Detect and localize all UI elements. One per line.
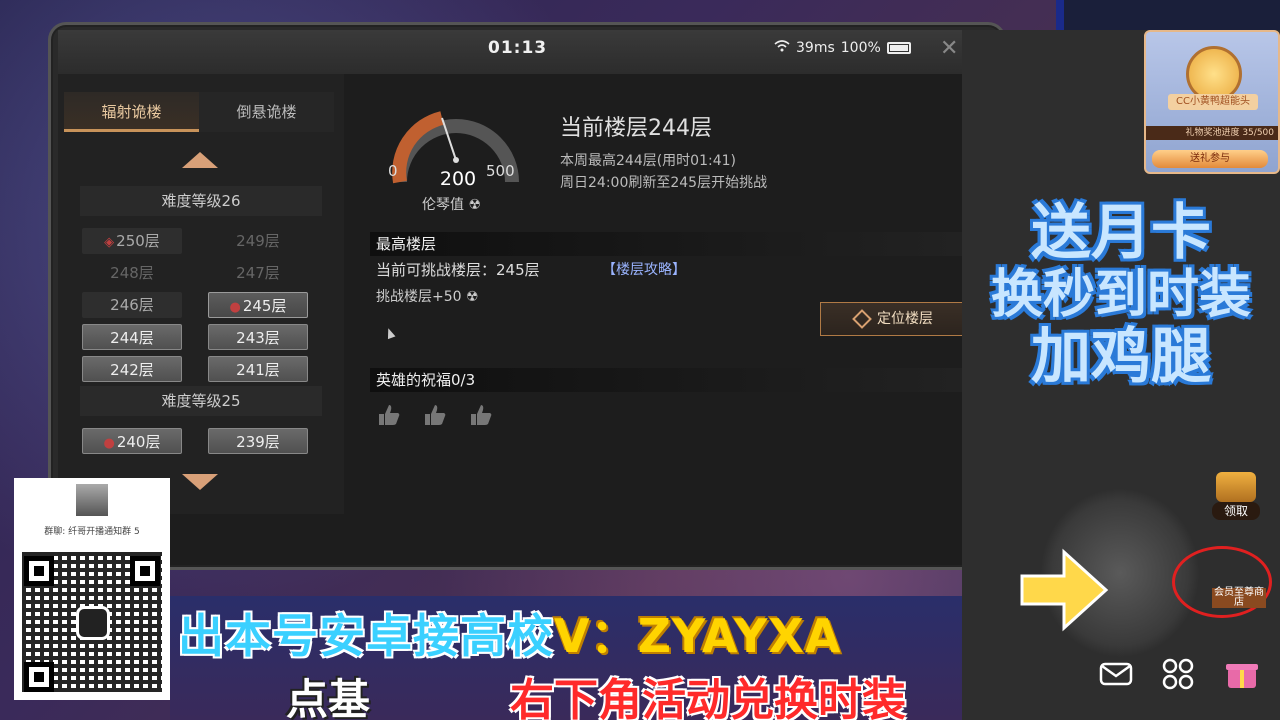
qr-finder bbox=[24, 556, 54, 586]
thumbs-up-icon bbox=[425, 405, 446, 425]
tab-inverted-tower[interactable]: 倒悬诡楼 bbox=[199, 92, 334, 132]
status-bar: 01:13 39ms 100% ✕ bbox=[58, 30, 962, 74]
close-icon[interactable]: ✕ bbox=[940, 36, 958, 61]
floor-244[interactable]: 244层 bbox=[82, 324, 182, 350]
banner-line-1: 出本号安卓接高校V：ZYAYXA bbox=[178, 609, 842, 663]
thumbs-up-icon bbox=[471, 405, 492, 425]
reward-chest[interactable]: 领取 bbox=[1210, 470, 1262, 522]
floor-243[interactable]: 243层 bbox=[208, 324, 308, 350]
floor-list-panel: 辐射诡楼 倒悬诡楼 难度等级26 ◈ 250层 249层 248层 247层 24… bbox=[58, 74, 344, 514]
gauge-label: 伦琴值 ☢ bbox=[422, 197, 482, 213]
hero-blessing-header: 英雄的祝福0/3 bbox=[370, 368, 962, 392]
floor-250[interactable]: ◈ 250层 bbox=[82, 228, 182, 254]
gauge-value: 200 bbox=[439, 168, 477, 190]
chest-icon bbox=[1216, 472, 1256, 502]
scroll-up-arrow-icon[interactable] bbox=[182, 152, 218, 168]
gift-progress: 礼物奖池进度 35/500 bbox=[1146, 126, 1278, 140]
floor-245[interactable]: ● 245层 bbox=[208, 292, 308, 318]
locate-floor-button[interactable]: 定位楼层 bbox=[820, 302, 962, 336]
vip-shop-button[interactable]: 会员至尊商店 bbox=[1212, 588, 1266, 608]
promo-text: 送月卡 换秒到时装 加鸡腿 bbox=[990, 198, 1251, 392]
qr-finder bbox=[130, 556, 160, 586]
status-indicators: 39ms 100% bbox=[774, 40, 911, 56]
floor-246[interactable]: 246层 bbox=[82, 292, 182, 318]
floor-239[interactable]: 239层 bbox=[208, 428, 308, 454]
wechat-icon bbox=[76, 606, 110, 640]
boss-mark-icon: ◈ bbox=[104, 235, 115, 250]
clock: 01:13 bbox=[488, 38, 548, 58]
mail-icon[interactable] bbox=[1098, 656, 1134, 692]
thumbs-up-icon bbox=[379, 405, 400, 425]
roentgen-gauge bbox=[392, 111, 519, 184]
yellow-arrow-icon bbox=[1020, 548, 1109, 632]
boss-mark-icon: ● bbox=[229, 300, 241, 315]
floor-tabs: 辐射诡楼 倒悬诡楼 bbox=[64, 92, 334, 132]
floor-242[interactable]: 242层 bbox=[82, 356, 182, 382]
refresh-note-text: 周日24:00刷新至245层开始挑战 bbox=[560, 175, 768, 191]
floor-guide-link[interactable]: 【楼层攻略】 bbox=[602, 259, 686, 279]
group-avatar bbox=[76, 484, 108, 516]
gift-icon[interactable] bbox=[1224, 656, 1260, 692]
qr-group-text: 群聊: 纤哥开播通知群 5 bbox=[44, 527, 140, 537]
banner-line-2: 右下角活动兑换时装 bbox=[510, 675, 906, 720]
current-floor-title: 当前楼层244层 bbox=[560, 116, 712, 141]
claim-label: 领取 bbox=[1212, 502, 1260, 520]
boss-mark-icon: ● bbox=[103, 436, 115, 451]
apps-grid-icon[interactable] bbox=[1160, 656, 1196, 692]
floor-240[interactable]: ● 240层 bbox=[82, 428, 182, 454]
game-screen: 01:13 39ms 100% ✕ 辐射诡楼 倒悬诡楼 难度等级26 ◈ 250层… bbox=[58, 30, 962, 565]
floor-247[interactable]: 247层 bbox=[208, 260, 308, 286]
battery-icon bbox=[886, 42, 911, 54]
difficulty-header-26: 难度等级26 bbox=[80, 186, 322, 216]
gift-join-button[interactable]: 送礼参与 bbox=[1152, 150, 1268, 168]
tab-radiation-tower[interactable]: 辐射诡楼 bbox=[64, 92, 199, 132]
floor-241[interactable]: 241层 bbox=[208, 356, 308, 382]
banner-line-2-left: 点基 bbox=[286, 675, 371, 720]
scroll-down-arrow-icon[interactable] bbox=[182, 474, 218, 490]
bonus-text: 挑战楼层+50 ☢ bbox=[376, 289, 479, 305]
gauge-max-value: 500 bbox=[486, 162, 515, 180]
week-best-text: 本周最高244层(用时01:41) bbox=[560, 153, 736, 169]
challenge-floor-text: 当前可挑战楼层：245层 bbox=[376, 261, 540, 279]
qr-finder bbox=[24, 662, 54, 692]
highest-floor-header: 最高楼层 bbox=[370, 232, 962, 256]
battery-label: 100% bbox=[840, 40, 881, 56]
floor-249[interactable]: 249层 bbox=[208, 228, 308, 254]
wifi-icon bbox=[774, 40, 790, 56]
mouse-cursor bbox=[384, 326, 396, 340]
qr-card: 群聊: 纤哥开播通知群 5 bbox=[14, 478, 170, 700]
floor-248[interactable]: 248层 bbox=[82, 260, 182, 286]
difficulty-header-25: 难度等级25 bbox=[80, 386, 322, 416]
gift-tag: CC小黄鸭超能头 bbox=[1168, 94, 1258, 110]
gauge-min-value: 0 bbox=[388, 162, 398, 180]
locate-icon bbox=[852, 309, 872, 329]
ping-label: 39ms bbox=[796, 40, 835, 56]
